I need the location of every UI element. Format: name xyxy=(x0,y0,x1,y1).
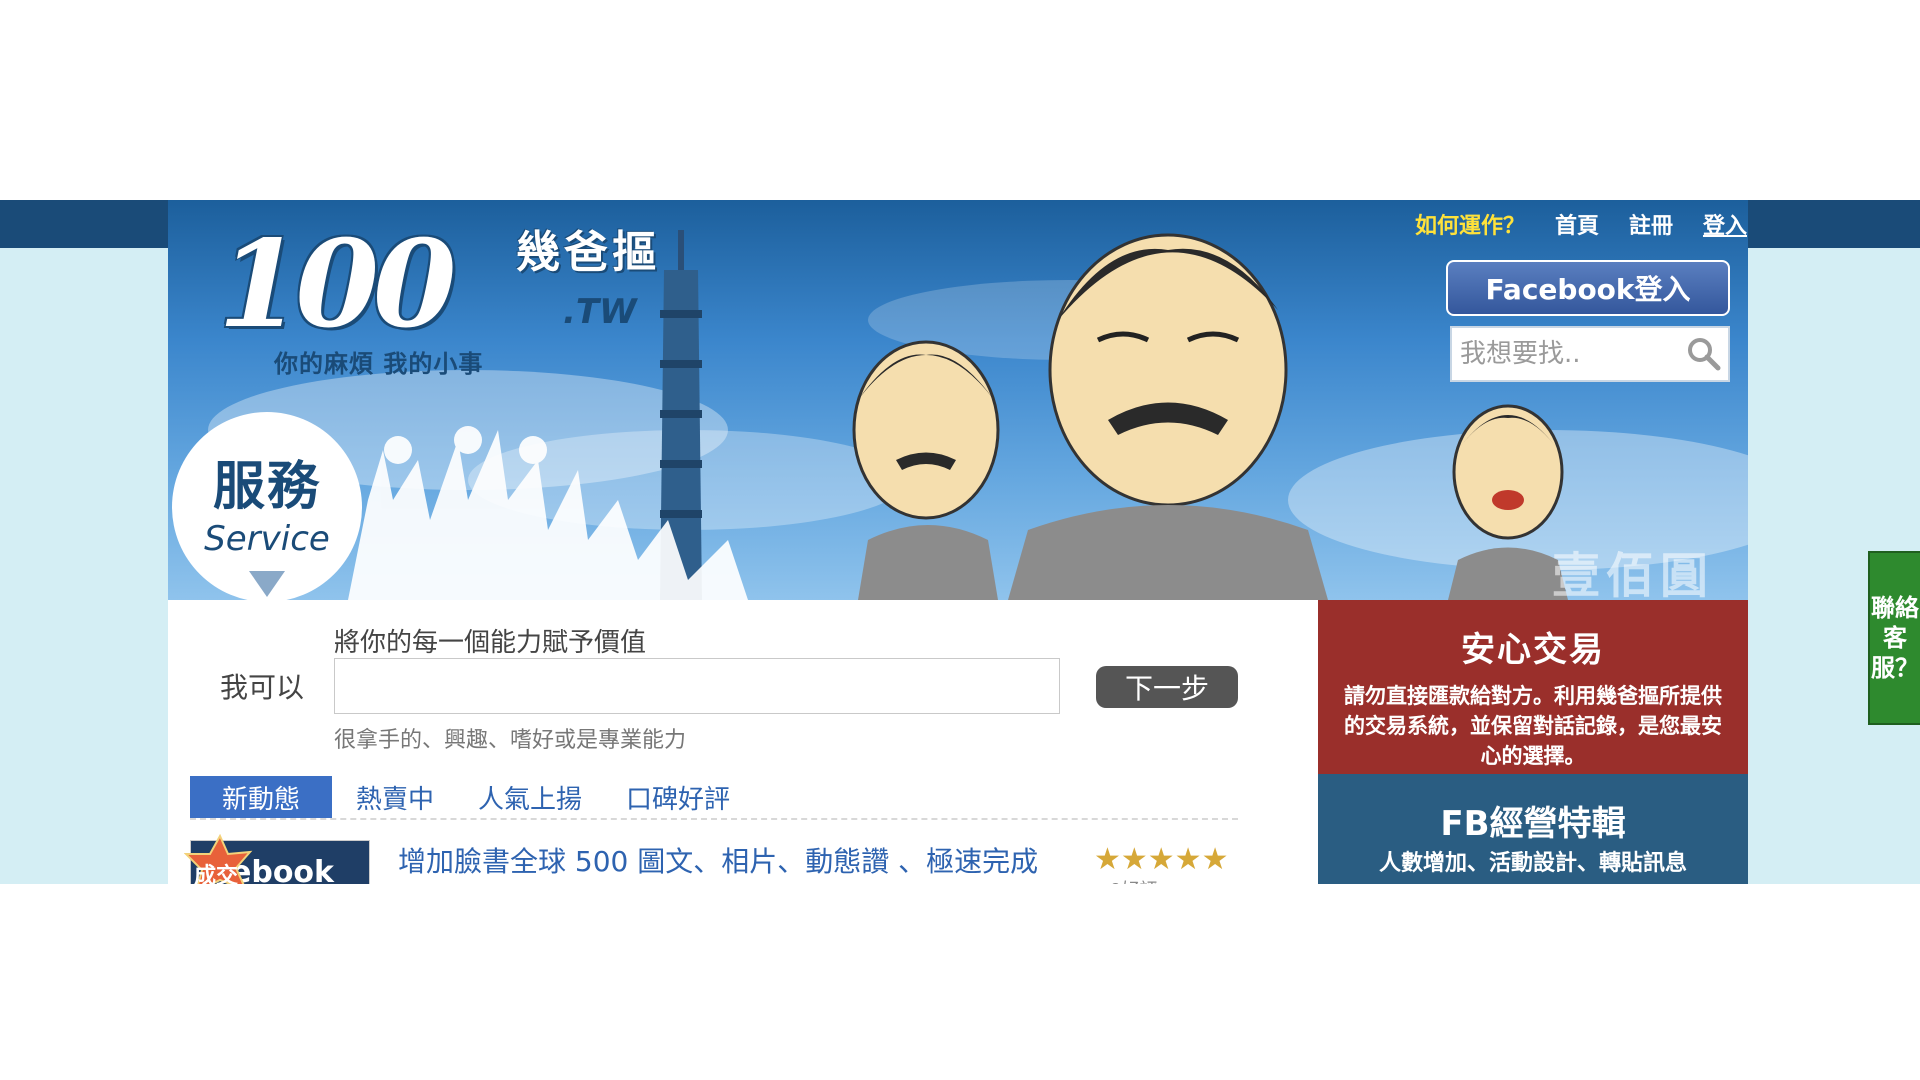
next-step-button[interactable]: 下一步 xyxy=(1096,666,1238,708)
listing-tabs: 新動態 熱賣中 人氣上揚 口碑好評 xyxy=(190,776,1238,820)
tab-hot-selling[interactable]: 熱賣中 xyxy=(336,776,454,818)
nav-login[interactable]: 登入 xyxy=(1703,208,1747,240)
page-container: 100 幾爸摳 .TW 你的麻煩 我的小事 服務 Service Faceboo… xyxy=(168,200,1748,884)
logo-slogan: 你的麻煩 我的小事 xyxy=(274,350,484,378)
listing-title[interactable]: 增加臉書全球 500 圖文、相片、動態讚 、極速完成 xyxy=(398,840,1038,880)
hero-banner: 100 幾爸摳 .TW 你的麻煩 我的小事 服務 Service Faceboo… xyxy=(168,200,1748,600)
site-viewport: 100 幾爸摳 .TW 你的麻煩 我的小事 服務 Service Faceboo… xyxy=(0,200,1920,884)
top-navigation: 如何運作？ 首頁 註冊 登入 xyxy=(1415,200,1747,248)
form-label: 我可以 xyxy=(220,671,305,704)
fb-feature-title: FB經營特輯 xyxy=(1440,804,1626,844)
search-input[interactable] xyxy=(1452,330,1682,378)
safe-trade-body: 請勿直接匯款給對方。利用幾爸摳所提供的交易系統，並保留對話記錄，是您最安心的選擇… xyxy=(1344,684,1722,768)
site-logo[interactable]: 100 幾爸摳 .TW 你的麻煩 我的小事 xyxy=(218,214,678,378)
fb-feature-subtitle: 人數增加、活動設計、轉貼訊息 xyxy=(1378,851,1687,876)
logo-name: 幾爸摳 xyxy=(516,227,660,278)
form-hint: 很拿手的、興趣、嗜好或是專業能力 xyxy=(334,728,687,753)
star-icon: ★★★★★ xyxy=(1094,842,1229,877)
safe-trade-title: 安心交易 xyxy=(1461,630,1605,670)
triangle-down-icon xyxy=(249,571,285,597)
list-item[interactable]: ebook 成交 增加臉書全球 500 圖文、相片、動態讚 、極速完成 ★★★★… xyxy=(184,834,1238,884)
sidebar: 安心交易 請勿直接匯款給對方。利用幾爸摳所提供的交易系統，並保留對話記錄，是您最… xyxy=(1318,600,1748,884)
search-icon[interactable] xyxy=(1682,330,1726,378)
fb-feature-panel[interactable]: FB經營特輯 人數增加、活動設計、轉貼訊息 xyxy=(1318,774,1748,884)
tab-latest[interactable]: 新動態 xyxy=(190,776,332,818)
nav-register[interactable]: 註冊 xyxy=(1629,208,1673,240)
service-badge: 服務 Service xyxy=(172,412,362,600)
rating-stars: ★★★★★ xyxy=(1094,842,1228,877)
logo-domain: .TW xyxy=(563,292,637,332)
skill-input[interactable] xyxy=(334,658,1060,714)
banner-watermark: 壹佰圓 xyxy=(1552,548,1715,600)
safe-trade-panel[interactable]: 安心交易 請勿直接匯款給對方。利用幾爸摳所提供的交易系統，並保留對話記錄，是您最… xyxy=(1318,600,1748,774)
tab-top-rated[interactable]: 口碑好評 xyxy=(606,776,750,818)
rating-count: 9好評 xyxy=(1110,876,1157,884)
form-heading: 將你的每一個能力賦予價值 xyxy=(334,628,647,658)
tab-rising[interactable]: 人氣上揚 xyxy=(458,776,602,818)
service-title-en: Service xyxy=(204,519,330,559)
service-title-zh: 服務 xyxy=(212,457,321,517)
logo-number: 100 xyxy=(218,214,456,355)
nav-how-it-works[interactable]: 如何運作？ xyxy=(1415,208,1525,240)
deal-badge-text: 成交 xyxy=(194,864,239,884)
search-box xyxy=(1450,326,1730,382)
nav-home[interactable]: 首頁 xyxy=(1555,208,1599,240)
skill-form: 將你的每一個能力賦予價值 我可以 下一步 很拿手的、興趣、嗜好或是專業能力 新動… xyxy=(168,600,1318,884)
facebook-login-button[interactable]: Facebook登入 xyxy=(1446,260,1730,316)
customer-service-tab[interactable]: 聯絡客服？ xyxy=(1868,551,1920,725)
